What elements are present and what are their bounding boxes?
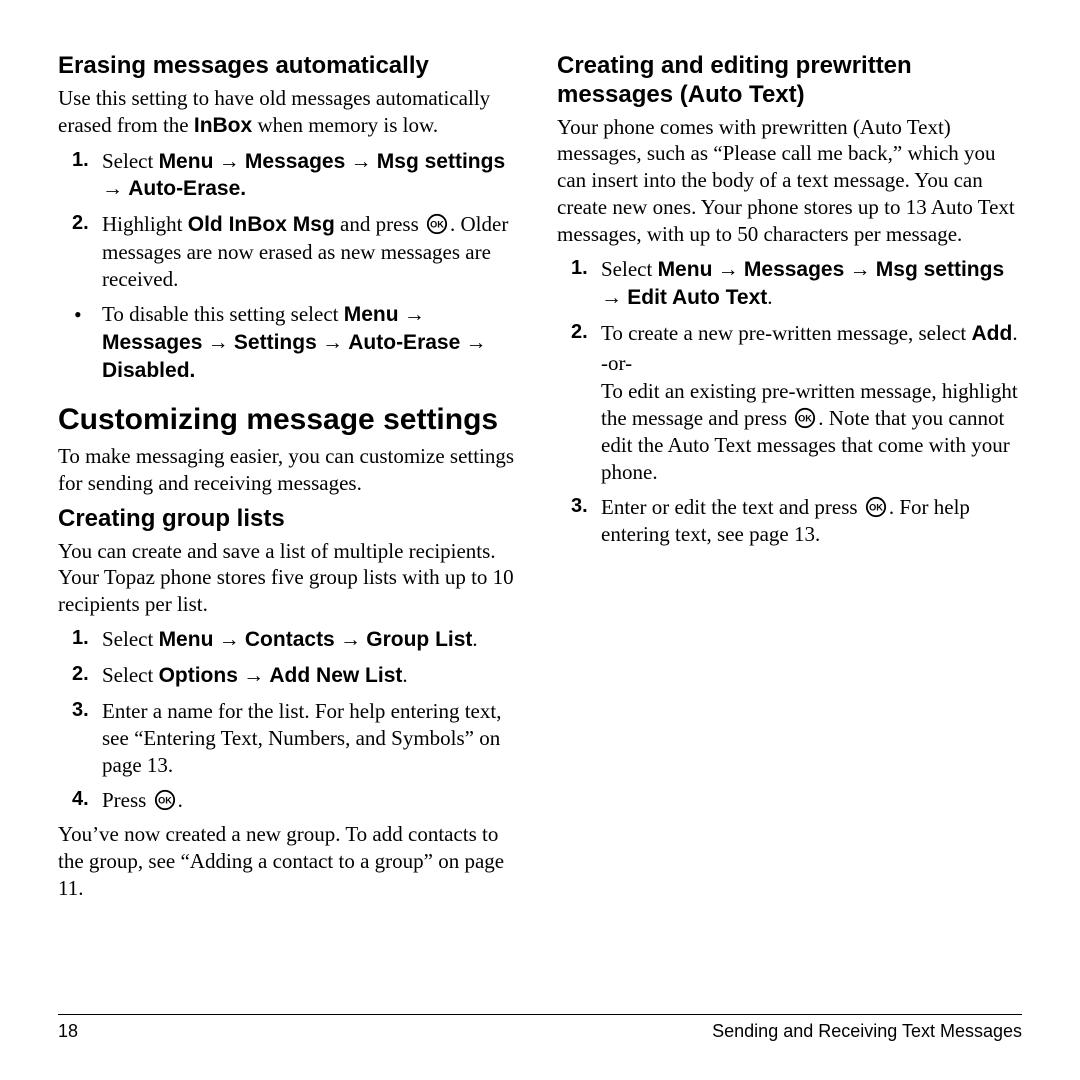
period: . xyxy=(767,285,772,309)
period: . xyxy=(190,359,196,382)
text: Highlight xyxy=(102,212,188,236)
ui-term: Messages xyxy=(102,331,202,354)
ui-term: Messages xyxy=(245,150,345,173)
arrow-icon: → xyxy=(712,257,744,281)
period: . xyxy=(178,788,183,812)
arrow-icon: → xyxy=(317,330,349,354)
ui-term: Menu xyxy=(159,628,214,651)
ui-term: Add xyxy=(972,322,1013,345)
text: To create a new pre-written message, sel… xyxy=(601,321,972,345)
ui-term: Edit Auto Text xyxy=(627,286,767,309)
arrow-icon: → xyxy=(102,176,128,200)
step: To create a new pre-written message, sel… xyxy=(557,320,1022,486)
arrow-icon: → xyxy=(202,330,234,354)
page-footer: 18 Sending and Receiving Text Messages xyxy=(58,1014,1022,1042)
ui-term-inbox: InBox xyxy=(194,114,252,137)
text: Select xyxy=(102,149,159,173)
step: Select Menu → Messages → Msg settings → … xyxy=(58,148,523,204)
step: Press . xyxy=(58,787,523,814)
ui-term: Auto-Erase xyxy=(128,177,240,200)
step: Select Menu → Messages → Msg settings → … xyxy=(557,256,1022,312)
arrow-icon: → xyxy=(335,627,367,651)
step: Enter a name for the list. For help ente… xyxy=(58,698,523,779)
text: Enter or edit the text and press xyxy=(601,495,863,519)
arrow-icon: → xyxy=(213,149,245,173)
ui-term: Auto-Erase xyxy=(348,331,460,354)
two-column-layout: Erasing messages automatically Use this … xyxy=(58,52,1022,992)
arrow-icon: → xyxy=(844,257,876,281)
steps-group: Select Menu → Contacts → Group List. Sel… xyxy=(58,626,523,813)
ui-term: Group List xyxy=(366,628,472,651)
steps-erase: Select Menu → Messages → Msg settings → … xyxy=(58,148,523,293)
ui-term: Msg settings xyxy=(377,150,505,173)
page-number: 18 xyxy=(58,1021,78,1042)
period: . xyxy=(402,663,407,687)
step: Select Menu → Contacts → Group List. xyxy=(58,626,523,654)
para-group-after: You’ve now created a new group. To add c… xyxy=(58,821,523,902)
ui-term: Contacts xyxy=(245,628,335,651)
ui-term: Menu xyxy=(658,258,713,281)
heading-erasing-auto: Erasing messages automatically xyxy=(58,52,523,81)
ui-term: Old InBox Msg xyxy=(188,213,335,236)
ui-term: Messages xyxy=(744,258,844,281)
arrow-icon: → xyxy=(213,627,245,651)
step: Select Options → Add New List. xyxy=(58,662,523,690)
ui-term: Add New List xyxy=(269,664,402,687)
para-group-lists: You can create and save a list of multip… xyxy=(58,538,523,619)
heading-group-lists: Creating group lists xyxy=(58,505,523,534)
ui-term: Menu xyxy=(344,303,399,326)
list-item: To disable this setting select Menu → Me… xyxy=(58,301,523,385)
arrow-icon: → xyxy=(601,285,627,309)
text: Select xyxy=(601,257,658,281)
ui-term: Menu xyxy=(159,150,214,173)
heading-auto-text: Creating and editing prewritten messages… xyxy=(557,52,1022,110)
text: when memory is low. xyxy=(252,113,438,137)
ui-term: Settings xyxy=(234,331,317,354)
text: Press xyxy=(102,788,152,812)
para-customizing: To make messaging easier, you can custom… xyxy=(58,443,523,497)
chapter-title: Sending and Receiving Text Messages xyxy=(712,1021,1022,1042)
arrow-icon: → xyxy=(238,663,270,687)
arrow-icon: → xyxy=(399,302,425,326)
text: and press xyxy=(335,212,424,236)
para-erase-intro: Use this setting to have old messages au… xyxy=(58,85,523,140)
arrow-icon: → xyxy=(345,149,377,173)
ui-term: Options xyxy=(159,664,238,687)
period: . xyxy=(1012,321,1017,345)
ui-term: Msg settings xyxy=(876,258,1004,281)
steps-auto-text: Select Menu → Messages → Msg settings → … xyxy=(557,256,1022,548)
heading-customizing: Customizing message settings xyxy=(58,403,523,438)
period: . xyxy=(240,177,246,200)
ok-key-icon xyxy=(865,496,887,518)
manual-page: Erasing messages automatically Use this … xyxy=(0,0,1080,1080)
text: Select xyxy=(102,627,159,651)
text: Select xyxy=(102,663,159,687)
ok-key-icon xyxy=(154,789,176,811)
ok-key-icon xyxy=(426,213,448,235)
bullet-disable-erase: To disable this setting select Menu → Me… xyxy=(58,301,523,385)
ok-key-icon xyxy=(794,407,816,429)
or-divider: -or- xyxy=(601,350,1022,377)
ui-term: Disabled xyxy=(102,359,190,382)
step: Highlight Old InBox Msg and press . Olde… xyxy=(58,211,523,293)
step: Enter or edit the text and press . For h… xyxy=(557,494,1022,548)
arrow-icon: → xyxy=(460,330,486,354)
para-auto-text: Your phone comes with prewritten (Auto T… xyxy=(557,114,1022,248)
text: To disable this setting select xyxy=(102,302,344,326)
period: . xyxy=(472,627,477,651)
